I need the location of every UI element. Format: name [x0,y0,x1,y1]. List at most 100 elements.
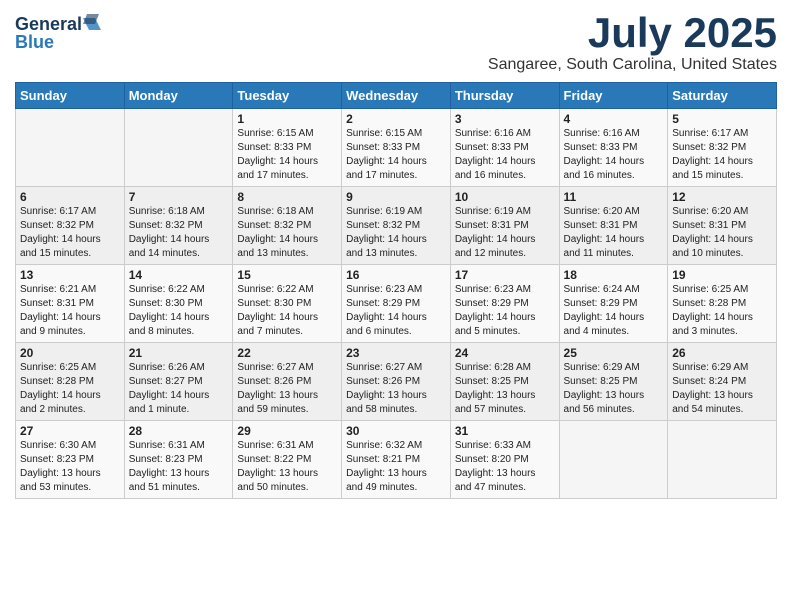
calendar-cell [668,421,777,499]
subtitle: Sangaree, South Carolina, United States [488,56,777,74]
calendar-cell: 28Sunrise: 6:31 AM Sunset: 8:23 PM Dayli… [124,421,233,499]
logo: General Blue [15,10,105,54]
calendar-cell: 9Sunrise: 6:19 AM Sunset: 8:32 PM Daylig… [342,187,451,265]
day-number: 3 [455,112,555,126]
day-info: Sunrise: 6:31 AM Sunset: 8:23 PM Dayligh… [129,439,229,495]
calendar-header-saturday: Saturday [668,83,777,109]
day-number: 28 [129,424,229,438]
day-info: Sunrise: 6:25 AM Sunset: 8:28 PM Dayligh… [20,361,120,417]
day-number: 4 [564,112,664,126]
day-info: Sunrise: 6:22 AM Sunset: 8:30 PM Dayligh… [237,283,337,339]
day-info: Sunrise: 6:16 AM Sunset: 8:33 PM Dayligh… [455,127,555,183]
calendar-cell: 12Sunrise: 6:20 AM Sunset: 8:31 PM Dayli… [668,187,777,265]
day-info: Sunrise: 6:19 AM Sunset: 8:32 PM Dayligh… [346,205,446,261]
day-info: Sunrise: 6:31 AM Sunset: 8:22 PM Dayligh… [237,439,337,495]
day-info: Sunrise: 6:28 AM Sunset: 8:25 PM Dayligh… [455,361,555,417]
calendar-cell: 11Sunrise: 6:20 AM Sunset: 8:31 PM Dayli… [559,187,668,265]
day-info: Sunrise: 6:18 AM Sunset: 8:32 PM Dayligh… [237,205,337,261]
day-info: Sunrise: 6:20 AM Sunset: 8:31 PM Dayligh… [672,205,772,261]
calendar-cell: 1Sunrise: 6:15 AM Sunset: 8:33 PM Daylig… [233,109,342,187]
calendar-cell: 7Sunrise: 6:18 AM Sunset: 8:32 PM Daylig… [124,187,233,265]
day-number: 22 [237,346,337,360]
calendar-header-wednesday: Wednesday [342,83,451,109]
day-number: 15 [237,268,337,282]
day-info: Sunrise: 6:32 AM Sunset: 8:21 PM Dayligh… [346,439,446,495]
calendar-cell: 13Sunrise: 6:21 AM Sunset: 8:31 PM Dayli… [16,265,125,343]
calendar-header-monday: Monday [124,83,233,109]
calendar-cell: 15Sunrise: 6:22 AM Sunset: 8:30 PM Dayli… [233,265,342,343]
day-number: 26 [672,346,772,360]
calendar-cell: 5Sunrise: 6:17 AM Sunset: 8:32 PM Daylig… [668,109,777,187]
calendar-week-2: 6Sunrise: 6:17 AM Sunset: 8:32 PM Daylig… [16,187,777,265]
calendar-table: SundayMondayTuesdayWednesdayThursdayFrid… [15,82,777,499]
calendar-cell: 31Sunrise: 6:33 AM Sunset: 8:20 PM Dayli… [450,421,559,499]
calendar-cell: 18Sunrise: 6:24 AM Sunset: 8:29 PM Dayli… [559,265,668,343]
day-number: 23 [346,346,446,360]
calendar-cell: 29Sunrise: 6:31 AM Sunset: 8:22 PM Dayli… [233,421,342,499]
calendar-cell [124,109,233,187]
calendar-cell: 6Sunrise: 6:17 AM Sunset: 8:32 PM Daylig… [16,187,125,265]
day-number: 25 [564,346,664,360]
calendar-week-4: 20Sunrise: 6:25 AM Sunset: 8:28 PM Dayli… [16,343,777,421]
calendar-cell: 26Sunrise: 6:29 AM Sunset: 8:24 PM Dayli… [668,343,777,421]
day-number: 14 [129,268,229,282]
day-number: 13 [20,268,120,282]
day-number: 12 [672,190,772,204]
day-number: 21 [129,346,229,360]
calendar-cell: 2Sunrise: 6:15 AM Sunset: 8:33 PM Daylig… [342,109,451,187]
day-number: 7 [129,190,229,204]
day-info: Sunrise: 6:29 AM Sunset: 8:25 PM Dayligh… [564,361,664,417]
day-info: Sunrise: 6:25 AM Sunset: 8:28 PM Dayligh… [672,283,772,339]
calendar-cell: 23Sunrise: 6:27 AM Sunset: 8:26 PM Dayli… [342,343,451,421]
day-number: 9 [346,190,446,204]
day-info: Sunrise: 6:17 AM Sunset: 8:32 PM Dayligh… [672,127,772,183]
day-number: 17 [455,268,555,282]
calendar-week-3: 13Sunrise: 6:21 AM Sunset: 8:31 PM Dayli… [16,265,777,343]
day-info: Sunrise: 6:19 AM Sunset: 8:31 PM Dayligh… [455,205,555,261]
svg-text:General: General [15,14,82,34]
day-info: Sunrise: 6:33 AM Sunset: 8:20 PM Dayligh… [455,439,555,495]
calendar-cell: 16Sunrise: 6:23 AM Sunset: 8:29 PM Dayli… [342,265,451,343]
day-info: Sunrise: 6:29 AM Sunset: 8:24 PM Dayligh… [672,361,772,417]
calendar-header-row: SundayMondayTuesdayWednesdayThursdayFrid… [16,83,777,109]
day-number: 16 [346,268,446,282]
calendar-header-thursday: Thursday [450,83,559,109]
title-block: July 2025 Sangaree, South Carolina, Unit… [488,10,777,74]
day-info: Sunrise: 6:17 AM Sunset: 8:32 PM Dayligh… [20,205,120,261]
calendar-cell: 22Sunrise: 6:27 AM Sunset: 8:26 PM Dayli… [233,343,342,421]
calendar-cell: 10Sunrise: 6:19 AM Sunset: 8:31 PM Dayli… [450,187,559,265]
calendar-cell: 30Sunrise: 6:32 AM Sunset: 8:21 PM Dayli… [342,421,451,499]
day-number: 10 [455,190,555,204]
day-info: Sunrise: 6:27 AM Sunset: 8:26 PM Dayligh… [237,361,337,417]
day-info: Sunrise: 6:27 AM Sunset: 8:26 PM Dayligh… [346,361,446,417]
day-info: Sunrise: 6:15 AM Sunset: 8:33 PM Dayligh… [346,127,446,183]
day-info: Sunrise: 6:16 AM Sunset: 8:33 PM Dayligh… [564,127,664,183]
calendar-header-sunday: Sunday [16,83,125,109]
day-info: Sunrise: 6:18 AM Sunset: 8:32 PM Dayligh… [129,205,229,261]
day-number: 8 [237,190,337,204]
month-title: July 2025 [488,10,777,56]
day-number: 18 [564,268,664,282]
svg-text:Blue: Blue [15,32,54,52]
day-number: 27 [20,424,120,438]
day-number: 30 [346,424,446,438]
day-info: Sunrise: 6:26 AM Sunset: 8:27 PM Dayligh… [129,361,229,417]
calendar-cell: 27Sunrise: 6:30 AM Sunset: 8:23 PM Dayli… [16,421,125,499]
logo-svg: General Blue [15,10,105,54]
calendar-cell [559,421,668,499]
day-number: 11 [564,190,664,204]
calendar-cell: 17Sunrise: 6:23 AM Sunset: 8:29 PM Dayli… [450,265,559,343]
day-info: Sunrise: 6:23 AM Sunset: 8:29 PM Dayligh… [455,283,555,339]
day-info: Sunrise: 6:23 AM Sunset: 8:29 PM Dayligh… [346,283,446,339]
day-number: 31 [455,424,555,438]
day-number: 20 [20,346,120,360]
day-info: Sunrise: 6:30 AM Sunset: 8:23 PM Dayligh… [20,439,120,495]
day-info: Sunrise: 6:20 AM Sunset: 8:31 PM Dayligh… [564,205,664,261]
day-number: 29 [237,424,337,438]
calendar-week-1: 1Sunrise: 6:15 AM Sunset: 8:33 PM Daylig… [16,109,777,187]
day-number: 2 [346,112,446,126]
day-number: 1 [237,112,337,126]
calendar-cell: 19Sunrise: 6:25 AM Sunset: 8:28 PM Dayli… [668,265,777,343]
day-info: Sunrise: 6:15 AM Sunset: 8:33 PM Dayligh… [237,127,337,183]
day-number: 19 [672,268,772,282]
